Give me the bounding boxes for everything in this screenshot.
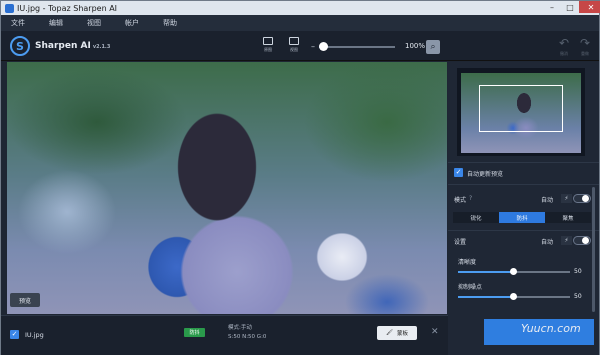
menu-view[interactable]: 视图: [87, 18, 101, 28]
redo-arrow-icon: ↷: [579, 36, 591, 50]
auto-update-label: 自动更新预览: [467, 171, 504, 178]
file-name: IU.jpg: [25, 331, 44, 339]
file-checkbox[interactable]: ✓: [10, 330, 19, 339]
zoom-out-icon[interactable]: –: [311, 42, 315, 51]
settings-auto-label: 自动: [541, 239, 554, 246]
divider: [448, 184, 599, 185]
window-title: IU.jpg - Topaz Sharpen AI: [17, 3, 118, 13]
auto-update-checkbox[interactable]: ✓: [454, 168, 463, 177]
zoom-percent: 100%: [405, 42, 426, 50]
app-window: IU.jpg - Topaz Sharpen AI – □ ✕ 文件 编辑 视图…: [0, 0, 600, 355]
mode-badge: 防抖: [184, 328, 205, 337]
sharpen-logo-icon: S: [10, 36, 30, 56]
sharpness-slider-handle[interactable]: [510, 268, 517, 275]
minimize-button[interactable]: –: [543, 1, 561, 13]
image-icon: [263, 37, 273, 45]
settings-auto-toggle[interactable]: [573, 236, 591, 245]
settings-label: 设置: [454, 239, 467, 246]
sharpness-value: 50: [574, 268, 582, 275]
menu-account[interactable]: 帐户: [125, 18, 139, 28]
divider: [448, 162, 599, 163]
sharpness-slider-fill: [458, 271, 514, 273]
window-controls: – □ ✕: [543, 1, 600, 14]
mode-info: 模式:手动 S:50 N:50 G:0: [228, 324, 266, 342]
mode-focus-button[interactable]: 聚焦: [545, 212, 591, 223]
mode-text: 模式:手动: [228, 325, 252, 331]
title-bar: IU.jpg - Topaz Sharpen AI – □ ✕: [1, 1, 600, 15]
mode-label: 模式: [454, 197, 467, 204]
brush-icon: 🖌: [386, 330, 393, 336]
menu-file[interactable]: 文件: [11, 18, 25, 28]
panel-scrollbar[interactable]: [592, 187, 595, 312]
split-view-icon: [289, 37, 299, 45]
zoom-slider-track[interactable]: [319, 46, 395, 48]
app-name: Sharpen AI v2.1.3: [35, 41, 111, 51]
noise-suppression-label: 抑制噪点: [458, 284, 483, 291]
watermark: Yuucn.com: [521, 322, 581, 335]
mode-auto-toggle[interactable]: [573, 194, 591, 203]
preview-button[interactable]: 预览: [10, 293, 40, 307]
noise-value: 50: [574, 293, 582, 300]
app-icon: [5, 3, 14, 13]
menu-edit[interactable]: 编辑: [49, 18, 63, 28]
mode-stabilize-button[interactable]: 防抖: [499, 212, 545, 223]
noise-slider-handle[interactable]: [510, 293, 517, 300]
redo-button[interactable]: ↷ 重做: [576, 37, 594, 57]
navigator-viewport-rect[interactable]: [479, 85, 563, 132]
remove-file-icon[interactable]: ✕: [431, 327, 439, 337]
toolbar: S Sharpen AI v2.1.3 原图 视图 – 100% ⌕ ↶ 撤消 ↷…: [1, 31, 599, 61]
original-view-button[interactable]: 原图: [258, 37, 278, 57]
maximize-button[interactable]: □: [561, 1, 579, 13]
mask-brush-button[interactable]: 🖌 蒙板: [377, 326, 417, 340]
lightning-icon: ⚡: [561, 236, 572, 245]
menu-help[interactable]: 帮助: [163, 18, 177, 28]
divider: [448, 230, 599, 231]
right-panel: ✓ 自动更新预览 模式 ? 自动 ⚡ 锐化 防抖 聚焦 设置 自动 ⚡ 清晰度 …: [448, 62, 599, 355]
image-canvas[interactable]: [7, 62, 447, 314]
help-icon[interactable]: ?: [469, 195, 472, 202]
values-text: S:50 N:50 G:0: [228, 334, 267, 340]
mode-selector: 锐化 防抖 聚焦: [453, 212, 591, 223]
zoom-search-icon[interactable]: ⌕: [426, 40, 440, 54]
undo-arrow-icon: ↶: [558, 36, 570, 50]
undo-button[interactable]: ↶ 撤消: [555, 37, 573, 57]
menu-bar: 文件 编辑 视图 帐户 帮助: [1, 15, 599, 31]
mode-sharpen-button[interactable]: 锐化: [453, 212, 499, 223]
split-view-button[interactable]: 视图: [284, 37, 304, 57]
mode-auto-label: 自动: [541, 197, 554, 204]
zoom-slider-handle[interactable]: [319, 42, 328, 51]
close-button[interactable]: ✕: [579, 1, 600, 13]
lightning-icon: ⚡: [561, 194, 572, 203]
noise-slider-fill: [458, 296, 514, 298]
sharpness-label: 清晰度: [458, 259, 477, 266]
